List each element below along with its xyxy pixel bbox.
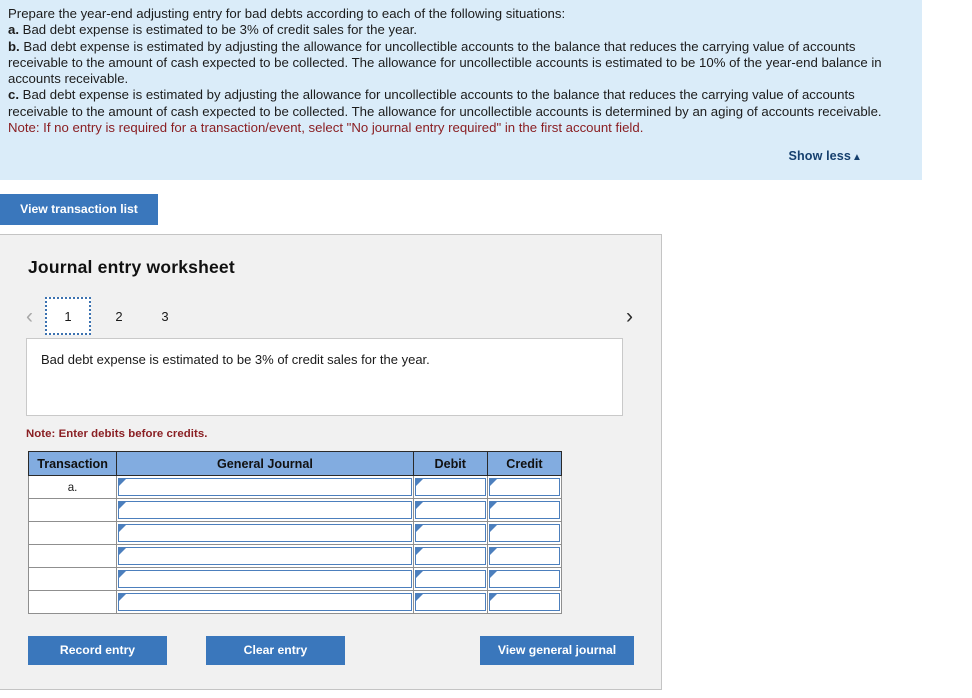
instruction-item-c-label: c. bbox=[8, 87, 19, 103]
cell-transaction-2 bbox=[27, 498, 118, 522]
instructions-intro: Prepare the year-end adjusting entry for… bbox=[8, 6, 566, 21]
input-general-journal-5[interactable] bbox=[118, 570, 412, 588]
column-header-credit: Credit bbox=[486, 451, 563, 476]
cell-transaction-4 bbox=[27, 544, 118, 568]
show-less-container: Show less▲ bbox=[8, 148, 910, 163]
clear-entry-button[interactable]: Clear entry bbox=[206, 636, 345, 665]
input-general-journal-6[interactable] bbox=[118, 593, 412, 611]
input-debit-6[interactable] bbox=[414, 593, 486, 611]
input-debit-1[interactable] bbox=[414, 478, 486, 496]
input-general-journal-4[interactable] bbox=[118, 547, 412, 565]
worksheet-footer: Record entry Clear entry View general jo… bbox=[28, 636, 661, 666]
instruction-item-a-text: Bad debt expense is estimated to be 3% o… bbox=[22, 22, 418, 38]
tab-worksheet-3[interactable]: 3 bbox=[147, 299, 183, 333]
table-row bbox=[27, 544, 563, 568]
cell-general-journal-2 bbox=[116, 498, 414, 522]
input-general-journal-2[interactable] bbox=[118, 501, 412, 519]
scenario-description-box: Bad debt expense is estimated to be 3% o… bbox=[26, 338, 623, 416]
cell-credit-4 bbox=[486, 544, 563, 568]
cell-debit-5 bbox=[412, 567, 488, 591]
cell-transaction-3 bbox=[27, 521, 118, 545]
instruction-item-b-label: b. bbox=[8, 38, 20, 54]
input-credit-4[interactable] bbox=[488, 547, 560, 565]
cell-credit-2 bbox=[486, 498, 563, 522]
cell-credit-3 bbox=[486, 521, 563, 545]
tab-worksheet-2[interactable]: 2 bbox=[101, 299, 137, 333]
column-header-debit: Debit bbox=[412, 451, 488, 476]
instruction-item-b: b. Bad debt expense is estimated by adju… bbox=[8, 39, 910, 88]
column-header-general-journal: General Journal bbox=[116, 451, 414, 476]
table-row bbox=[27, 498, 563, 522]
cell-general-journal-5 bbox=[116, 567, 414, 591]
input-general-journal-3[interactable] bbox=[118, 524, 412, 542]
show-less-label: Show less bbox=[788, 149, 851, 164]
cell-general-journal-4 bbox=[116, 544, 414, 568]
cell-general-journal-3 bbox=[116, 521, 414, 545]
cell-credit-6 bbox=[486, 590, 563, 614]
table-header-row: Transaction General Journal Debit Credit bbox=[27, 451, 563, 476]
input-debit-3[interactable] bbox=[414, 524, 486, 542]
instruction-item-c: c. Bad debt expense is estimated by adju… bbox=[8, 87, 910, 120]
view-general-journal-button[interactable]: View general journal bbox=[480, 636, 634, 665]
show-less-link[interactable]: Show less▲ bbox=[789, 149, 863, 163]
instructions-panel: Prepare the year-end adjusting entry for… bbox=[0, 0, 922, 180]
cell-debit-4 bbox=[412, 544, 488, 568]
input-credit-3[interactable] bbox=[488, 524, 560, 542]
cell-general-journal-6 bbox=[116, 590, 414, 614]
cell-general-journal-1 bbox=[116, 475, 414, 499]
column-header-transaction: Transaction bbox=[27, 451, 118, 476]
input-credit-5[interactable] bbox=[488, 570, 560, 588]
input-debit-5[interactable] bbox=[414, 570, 486, 588]
journal-entry-table: Transaction General Journal Debit Credit… bbox=[27, 451, 563, 614]
cell-debit-6 bbox=[412, 590, 488, 614]
note-enter-debits-before-credits: Note: Enter debits before credits. bbox=[26, 428, 208, 440]
instruction-item-a: a. Bad debt expense is estimated to be 3… bbox=[8, 22, 910, 38]
cell-debit-1 bbox=[412, 475, 488, 499]
cell-debit-3 bbox=[412, 521, 488, 545]
cell-transaction-1: a. bbox=[27, 475, 118, 499]
cell-transaction-6 bbox=[27, 590, 118, 614]
input-debit-4[interactable] bbox=[414, 547, 486, 565]
table-row bbox=[27, 521, 563, 545]
table-row bbox=[27, 590, 563, 614]
chevron-right-icon[interactable]: › bbox=[626, 306, 633, 327]
view-transaction-list-button[interactable]: View transaction list bbox=[0, 194, 158, 225]
cell-transaction-5 bbox=[27, 567, 118, 591]
input-credit-2[interactable] bbox=[488, 501, 560, 519]
record-entry-button[interactable]: Record entry bbox=[28, 636, 167, 665]
cell-credit-5 bbox=[486, 567, 563, 591]
instructions-note: Note: If no entry is required for a tran… bbox=[8, 120, 644, 136]
input-credit-1[interactable] bbox=[488, 478, 560, 496]
input-credit-6[interactable] bbox=[488, 593, 560, 611]
caret-up-icon: ▲ bbox=[852, 152, 862, 164]
instruction-item-b-text: Bad debt expense is estimated by adjusti… bbox=[8, 38, 882, 87]
cell-debit-2 bbox=[412, 498, 488, 522]
chevron-left-icon[interactable]: ‹ bbox=[26, 306, 33, 327]
table-row: a. bbox=[27, 475, 563, 499]
instruction-item-c-text: Bad debt expense is estimated by adjusti… bbox=[8, 87, 882, 119]
worksheet-tabs: 1 2 3 bbox=[45, 297, 193, 335]
input-debit-2[interactable] bbox=[414, 501, 486, 519]
input-general-journal-1[interactable] bbox=[118, 478, 412, 496]
tab-worksheet-1[interactable]: 1 bbox=[45, 297, 91, 335]
cell-credit-1 bbox=[486, 475, 563, 499]
instruction-item-a-label: a. bbox=[8, 22, 19, 38]
journal-entry-worksheet-panel: Journal entry worksheet ‹ 1 2 3 › Bad de… bbox=[0, 234, 662, 690]
worksheet-title: Journal entry worksheet bbox=[28, 257, 235, 277]
worksheet-tab-strip: ‹ 1 2 3 › bbox=[0, 294, 661, 338]
table-row bbox=[27, 567, 563, 591]
